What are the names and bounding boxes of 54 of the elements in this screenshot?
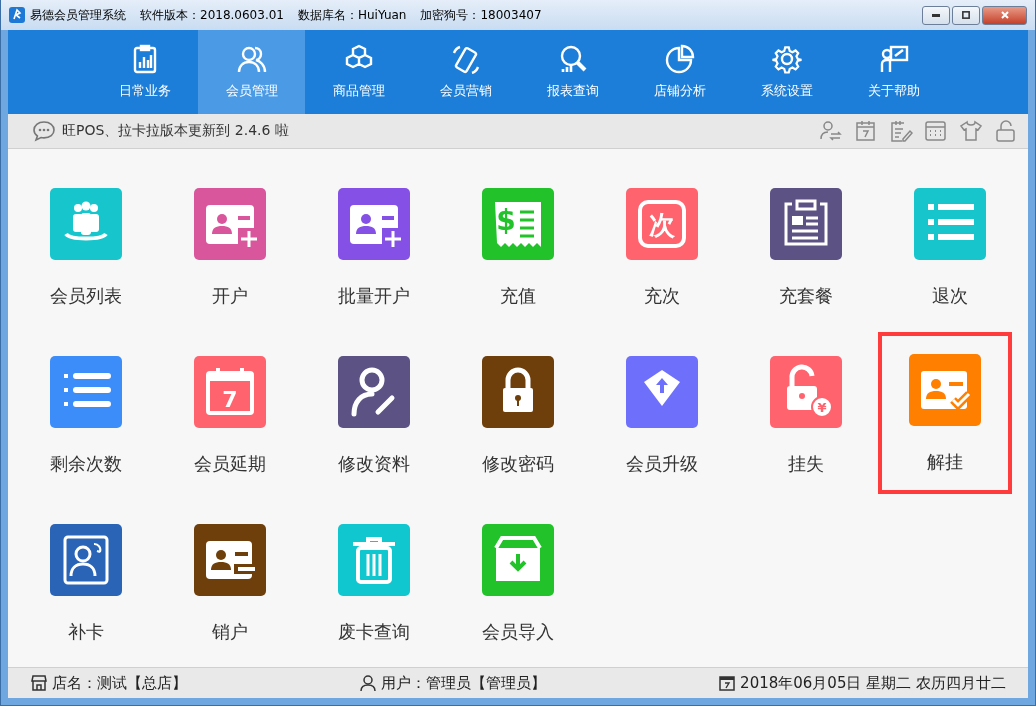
maximize-button[interactable] <box>952 5 980 25</box>
pie-icon <box>664 44 695 74</box>
nav-tab[interactable]: 商品管理 <box>305 30 412 114</box>
nav-tab[interactable]: 日常业务 <box>91 30 198 114</box>
function-tile[interactable]: 剩余次数 <box>18 352 154 520</box>
gear-icon <box>771 44 802 74</box>
update-notice: 旺POS、拉卡拉版本更新到 2.4.6 啦 <box>62 122 289 140</box>
function-tile[interactable]: 会员列表 <box>18 184 154 352</box>
phone-icon <box>450 44 481 74</box>
chat-bubble-icon <box>32 120 56 142</box>
user-swap-icon[interactable] <box>819 119 843 143</box>
nav-tab[interactable]: 报表查询 <box>519 30 626 114</box>
nav-tab[interactable]: 关于帮助 <box>840 30 947 114</box>
function-tile[interactable]: 会员升级 <box>594 352 730 520</box>
current-user: 用户：管理员【管理员】 <box>381 673 547 693</box>
calendar-icon: 7 <box>194 356 266 428</box>
close-button[interactable] <box>982 5 1027 25</box>
calendar-icon <box>718 674 737 692</box>
function-tile[interactable]: ¥ 挂失 <box>738 352 874 520</box>
window-info: 数据库名：HuiYuan <box>298 6 407 24</box>
function-tile[interactable]: 开户 <box>162 184 298 352</box>
keypad-icon[interactable] <box>924 119 948 143</box>
minimize-button[interactable] <box>922 5 950 25</box>
user-icon <box>359 674 378 692</box>
function-tile[interactable]: 充套餐 <box>738 184 874 352</box>
maximize-icon <box>962 11 970 19</box>
nav-tab[interactable]: 会员营销 <box>412 30 519 114</box>
minimize-icon <box>932 13 940 17</box>
function-tile[interactable]: 批量开户 <box>306 184 442 352</box>
function-tile[interactable]: 7 会员延期 <box>162 352 298 520</box>
store-icon <box>30 674 48 692</box>
window-title: 易德会员管理系统 <box>30 6 126 24</box>
nav-tab[interactable]: 系统设置 <box>733 30 840 114</box>
app-logo-icon <box>9 7 25 23</box>
help-icon <box>878 44 909 74</box>
function-tile[interactable]: 解挂 <box>878 332 1012 494</box>
current-date: 2018年06月05日 星期二 农历四月廿二 <box>740 673 1006 693</box>
nav-tab[interactable]: 店铺分析 <box>626 30 733 114</box>
function-tile[interactable]: 次 充次 <box>594 184 730 352</box>
shirt-icon[interactable] <box>959 119 983 143</box>
close-icon <box>999 10 1010 20</box>
lock-yen-icon: ¥ <box>770 356 842 428</box>
unlock-icon[interactable] <box>994 119 1018 143</box>
window-info: 加密狗号：18003407 <box>420 6 542 24</box>
users-icon <box>236 44 267 74</box>
function-tile[interactable]: 修改资料 <box>306 352 442 520</box>
window-info: 软件版本：2018.0603.01 <box>140 6 284 24</box>
glyph-box-icon: 次 <box>626 188 698 260</box>
store-name: 店名：测试【总店】 <box>52 673 187 693</box>
function-tile[interactable]: $ 充值 <box>450 184 586 352</box>
calendar-icon[interactable] <box>854 119 878 143</box>
note-edit-icon[interactable] <box>889 119 913 143</box>
function-tile[interactable]: 修改密码 <box>450 352 586 520</box>
receipt-icon: $ <box>482 188 554 260</box>
